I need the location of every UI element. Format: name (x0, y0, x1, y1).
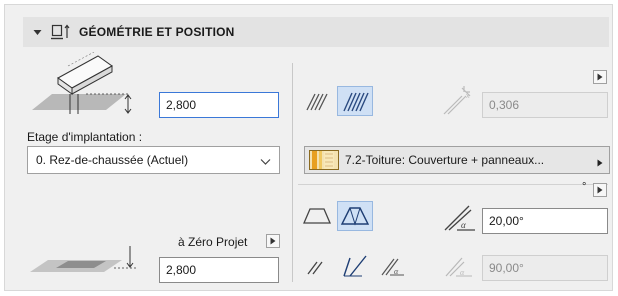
geometry-position-icon (51, 24, 71, 40)
hatch-unselected-icon[interactable] (305, 90, 329, 115)
story-select-value: 0. Rez-de-chaussée (Actuel) (36, 153, 189, 167)
roof-height-illustration (28, 51, 148, 131)
edge-vertical-icon[interactable] (305, 254, 329, 281)
story-select[interactable]: 0. Rez-de-chaussée (Actuel) (27, 146, 280, 174)
right-divider (298, 184, 608, 185)
roof-height-input[interactable]: 2,800 (159, 92, 279, 118)
reference-label: à Zéro Projet (178, 235, 248, 249)
section-title: GÉOMÉTRIE ET POSITION (79, 25, 235, 39)
pitch-input[interactable]: 20,00° (482, 208, 608, 234)
composite-swatch-icon (309, 150, 339, 170)
svg-text:x: x (466, 93, 470, 100)
roof-plane-unselected-icon[interactable] (302, 206, 332, 229)
chevron-down-icon (260, 155, 271, 169)
edge-angle-input: 90,00° (482, 255, 608, 281)
column-divider (292, 63, 293, 282)
reference-level-illustration (26, 244, 138, 281)
caret-right-icon (597, 156, 603, 170)
reference-menu-button[interactable] (266, 234, 280, 248)
svg-text:α: α (461, 220, 466, 230)
composite-select[interactable]: 7.2-Toiture: Couverture + panneaux... (304, 146, 610, 174)
thickness-icon: x (440, 84, 474, 121)
angle-unit-menu-button[interactable] (593, 183, 607, 197)
section-header[interactable]: GÉOMÉTRIE ET POSITION (23, 17, 609, 47)
roof-plane-selected-icon[interactable] (337, 201, 373, 231)
composite-label: 7.2-Toiture: Couverture + panneaux... (345, 153, 545, 167)
thickness-input: 0,306 (482, 92, 608, 118)
chevron-down-icon[interactable] (33, 29, 43, 36)
story-label: Etage d'implantation : (27, 130, 143, 144)
edge-perpendicular-icon[interactable] (338, 250, 372, 280)
pitch-angle-icon: α (443, 204, 477, 237)
hatch-selected-icon[interactable] (337, 86, 373, 116)
right-panel-menu-button[interactable] (593, 70, 607, 84)
edge-custom-angle-icon[interactable]: α (380, 253, 406, 282)
degree-unit-label: ° (582, 181, 587, 193)
reference-level-input[interactable]: 2,800 (159, 257, 279, 283)
edge-angle-icon: α (444, 254, 474, 283)
